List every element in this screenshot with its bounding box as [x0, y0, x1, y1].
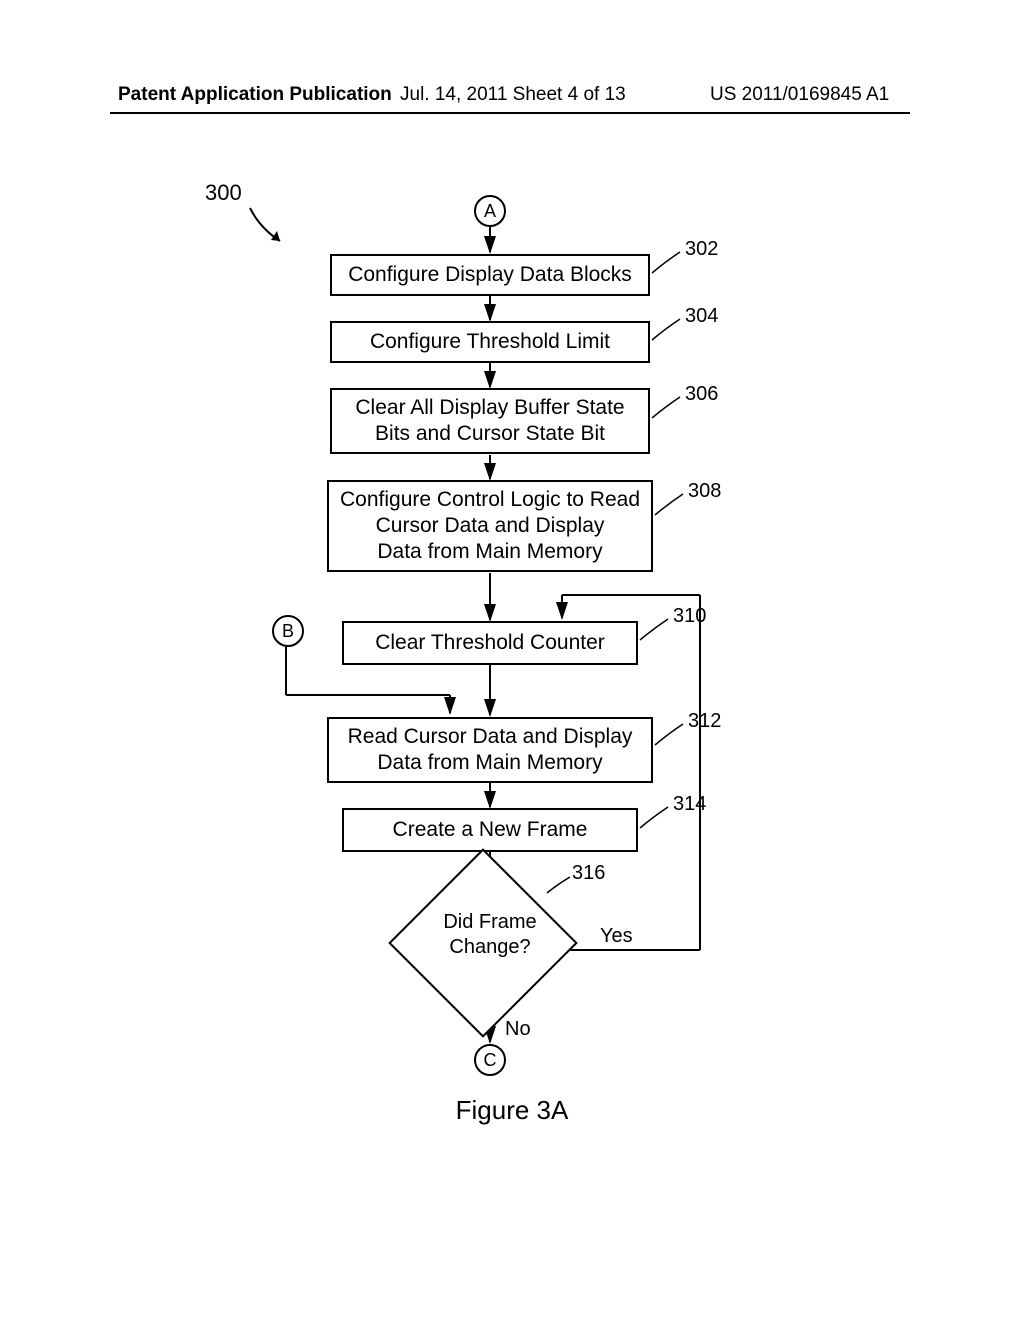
- header-date-sheet: Jul. 14, 2011 Sheet 4 of 13: [400, 84, 626, 106]
- edge-no: No: [505, 1018, 531, 1041]
- ref-308: 308: [688, 480, 721, 503]
- edge-yes: Yes: [600, 925, 633, 948]
- ref-306: 306: [685, 383, 718, 406]
- ref-316: 316: [572, 862, 605, 885]
- ref-314: 314: [673, 793, 706, 816]
- figure-label: Figure 3A: [0, 1095, 1024, 1126]
- ref-300-arrow-icon: [245, 203, 295, 253]
- step-310-text: Clear Threshold Counter: [375, 630, 605, 656]
- decision-316-text: Did Frame Change?: [415, 910, 565, 960]
- step-312-text: Read Cursor Data and Display Data from M…: [348, 724, 633, 777]
- step-312: Read Cursor Data and Display Data from M…: [327, 717, 653, 783]
- step-306: Clear All Display Buffer State Bits and …: [330, 388, 650, 454]
- connector-b-label: B: [282, 621, 294, 641]
- connector-a-label: A: [484, 201, 496, 221]
- ref-312: 312: [688, 710, 721, 733]
- step-304-text: Configure Threshold Limit: [370, 329, 610, 355]
- ref-300-label: 300: [205, 180, 242, 206]
- connector-b: B: [272, 615, 304, 647]
- step-302-text: Configure Display Data Blocks: [348, 262, 632, 288]
- page: Patent Application Publication Jul. 14, …: [0, 0, 1024, 1320]
- header-pubnum: US 2011/0169845 A1: [710, 84, 889, 106]
- step-306-text: Clear All Display Buffer State Bits and …: [355, 395, 624, 448]
- ref-310: 310: [673, 605, 706, 628]
- header-rule: [110, 112, 910, 114]
- step-314-text: Create a New Frame: [393, 817, 588, 843]
- step-302: Configure Display Data Blocks: [330, 254, 650, 296]
- step-308: Configure Control Logic to Read Cursor D…: [327, 480, 653, 572]
- step-314: Create a New Frame: [342, 808, 638, 852]
- step-304: Configure Threshold Limit: [330, 321, 650, 363]
- step-308-text: Configure Control Logic to Read Cursor D…: [340, 487, 640, 566]
- connector-c: C: [474, 1044, 506, 1076]
- ref-302: 302: [685, 238, 718, 261]
- connector-a: A: [474, 195, 506, 227]
- connector-c-label: C: [484, 1050, 497, 1070]
- header-title: Patent Application Publication: [118, 84, 392, 106]
- step-310: Clear Threshold Counter: [342, 621, 638, 665]
- ref-304: 304: [685, 305, 718, 328]
